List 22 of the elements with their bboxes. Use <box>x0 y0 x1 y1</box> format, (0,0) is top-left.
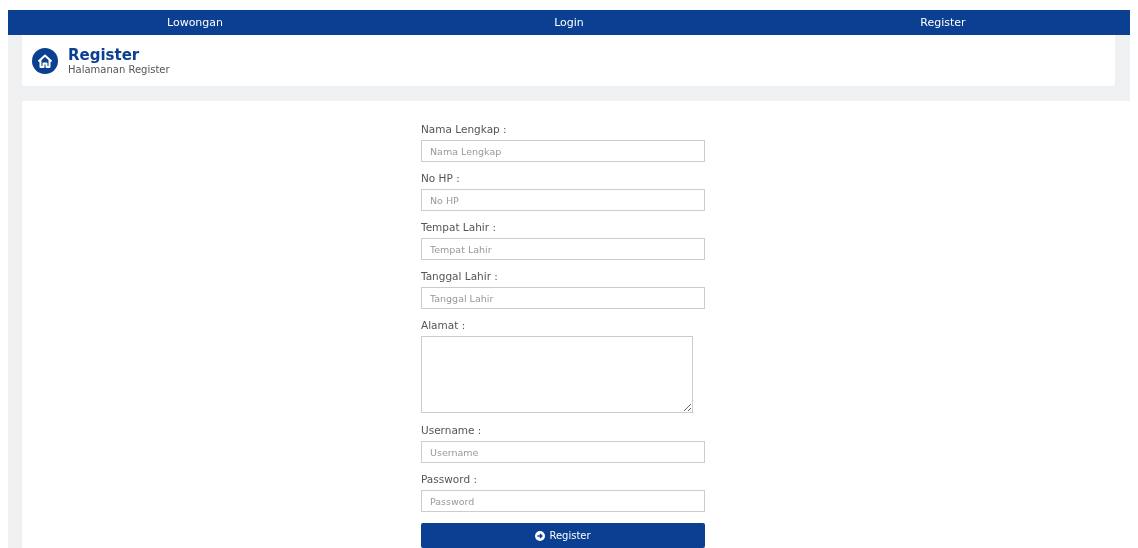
input-field[interactable]: Nama Lengkap <box>421 140 705 162</box>
input-field[interactable]: No HP <box>421 189 705 211</box>
field-label: Username : <box>421 424 483 436</box>
field-label: Alamat : <box>421 319 467 331</box>
register-button[interactable]: Register <box>421 523 705 548</box>
input-field[interactable]: Tanggal Lahir <box>421 287 705 309</box>
field-label: No HP : <box>421 172 461 184</box>
home-icon <box>32 47 58 74</box>
nav-link[interactable]: Login <box>554 16 584 29</box>
input-field[interactable]: Password <box>421 490 705 512</box>
input-field[interactable]: Username <box>421 441 705 463</box>
field-label: Password : <box>421 473 478 485</box>
page-subtitle: Halamanan Register <box>68 63 170 75</box>
field-label: Nama Lengkap : <box>421 123 508 135</box>
nav-link[interactable]: Register <box>920 16 966 29</box>
nav-link[interactable]: Lowongan <box>166 16 224 29</box>
page-title: Register <box>68 46 141 64</box>
textarea-field[interactable] <box>421 336 693 413</box>
field-label: Tanggal Lahir : <box>421 270 499 282</box>
field-label: Tempat Lahir : <box>421 221 497 233</box>
input-field[interactable]: Tempat Lahir <box>421 238 705 260</box>
arrow-circle-icon <box>535 530 546 541</box>
